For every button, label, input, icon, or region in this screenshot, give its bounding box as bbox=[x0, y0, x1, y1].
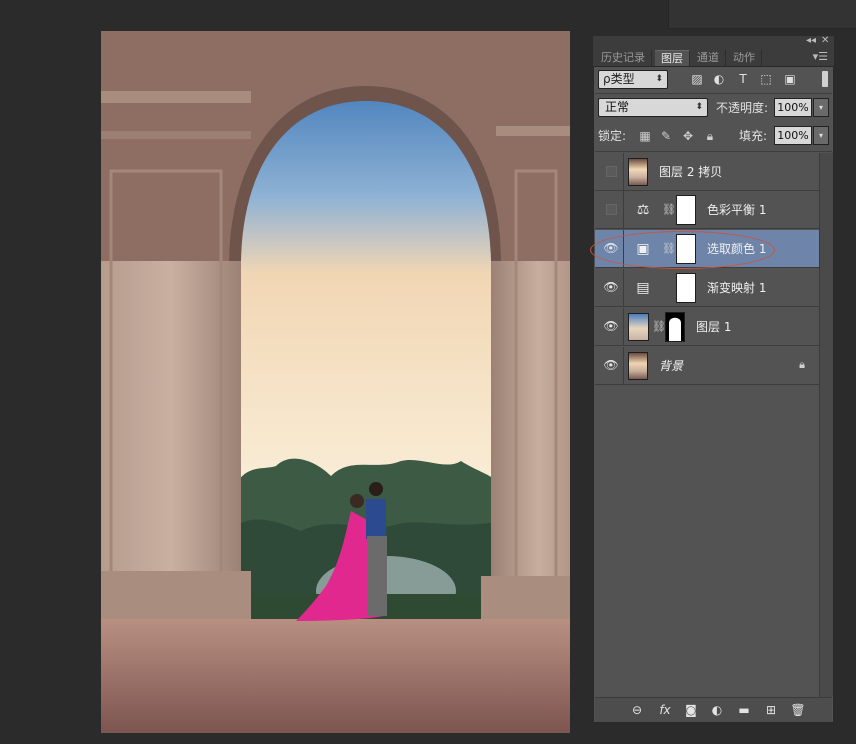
wedding-photo bbox=[101, 31, 570, 733]
layer-mask-thumbnail[interactable] bbox=[676, 195, 696, 225]
image-filter-icon[interactable]: ▨ bbox=[690, 72, 704, 86]
opacity-input[interactable]: 100% bbox=[774, 98, 812, 117]
filter-toggle-switch[interactable] bbox=[822, 71, 828, 87]
layer-name[interactable]: 渐变映射 1 bbox=[707, 279, 766, 297]
tab-channels[interactable]: 通道 bbox=[691, 50, 726, 66]
opacity-label: 不透明度: bbox=[716, 101, 769, 115]
panel-tabs: 历史记录 图层 通道 动作 ▾☰ bbox=[593, 48, 834, 67]
layer-name[interactable]: 图层 2 拷贝 bbox=[659, 163, 722, 181]
layer-row[interactable]: 👁︎ 背景 🔒︎ bbox=[595, 347, 819, 385]
close-panel-button[interactable]: ✕ bbox=[821, 35, 829, 46]
panel-header: ◂◂ ✕ bbox=[593, 35, 834, 48]
visibility-toggle[interactable] bbox=[603, 201, 619, 217]
tab-history[interactable]: 历史记录 bbox=[595, 50, 652, 66]
fill-dropdown-button[interactable]: ▾ bbox=[813, 126, 829, 145]
eye-icon[interactable]: 👁︎ bbox=[603, 240, 619, 256]
fill-input[interactable]: 100% bbox=[774, 126, 812, 145]
layer-thumbnail bbox=[628, 313, 649, 341]
chain-link-icon[interactable]: ⛓ bbox=[662, 241, 676, 257]
layer-row-selected[interactable]: 👁︎ ▣ ⛓ 选取颜色 1 bbox=[595, 230, 819, 268]
new-layer-icon[interactable]: ⊞ bbox=[763, 702, 779, 718]
layers-scrollbar[interactable] bbox=[819, 153, 833, 697]
shape-filter-icon[interactable]: ⬚ bbox=[759, 72, 773, 86]
type-filter-icon[interactable]: T bbox=[736, 72, 750, 86]
layer-row[interactable]: 👁︎ ▤ ⛓ 渐变映射 1 bbox=[595, 269, 819, 307]
layer-name[interactable]: 背景 bbox=[659, 357, 683, 375]
chevron-updown-icon: ⬍ bbox=[695, 102, 703, 112]
lock-move-icon[interactable]: ✥ bbox=[681, 129, 695, 143]
new-adjustment-icon[interactable]: ◐ bbox=[709, 702, 725, 718]
adjustment-filter-icon[interactable]: ◐ bbox=[712, 72, 726, 86]
layer-name[interactable]: 色彩平衡 1 bbox=[707, 201, 766, 219]
layer-thumbnail bbox=[628, 158, 648, 186]
lock-icon: 🔒︎ bbox=[799, 358, 805, 371]
divider bbox=[595, 151, 832, 152]
layer-row[interactable]: 👁︎ ⛓ 图层 1 bbox=[595, 308, 819, 346]
tab-layers[interactable]: 图层 bbox=[655, 50, 690, 66]
layer-mask-thumbnail[interactable] bbox=[665, 312, 685, 342]
color-balance-icon: ⚖ bbox=[636, 202, 650, 218]
panel-menu-icon[interactable]: ▾☰ bbox=[813, 50, 828, 63]
chain-link-icon: ⛓ bbox=[662, 280, 672, 296]
layer-row[interactable]: ⚖ ⛓ 色彩平衡 1 bbox=[595, 191, 819, 229]
opacity-dropdown-button[interactable]: ▾ bbox=[813, 98, 829, 117]
layer-thumbnail bbox=[628, 352, 648, 380]
eye-icon[interactable]: 👁︎ bbox=[603, 279, 619, 295]
divider bbox=[595, 93, 832, 94]
blend-row: 正常 ⬍ 不透明度: 100% ▾ bbox=[598, 98, 830, 118]
layer-filter-select[interactable]: ρ类型 ⬍ bbox=[598, 70, 668, 89]
layer-mask-thumbnail[interactable] bbox=[676, 273, 696, 303]
fx-icon[interactable]: fx bbox=[657, 702, 673, 718]
lock-paint-icon[interactable]: ✎ bbox=[659, 129, 673, 143]
mask-shape bbox=[669, 317, 681, 341]
document-canvas[interactable] bbox=[101, 31, 570, 733]
blend-mode-select[interactable]: 正常 ⬍ bbox=[598, 98, 708, 117]
fill-label: 填充: bbox=[739, 129, 768, 143]
top-strip bbox=[668, 0, 856, 29]
tab-actions[interactable]: 动作 bbox=[727, 50, 762, 66]
chain-link-icon[interactable]: ⛓ bbox=[662, 202, 676, 218]
link-layers-icon[interactable]: ⊖ bbox=[629, 702, 645, 718]
add-mask-icon[interactable]: ◙ bbox=[683, 702, 699, 718]
filter-type-label: ρ类型 bbox=[603, 72, 635, 86]
chevron-updown-icon: ⬍ bbox=[655, 74, 663, 84]
selective-color-icon: ▣ bbox=[636, 241, 650, 257]
new-group-icon[interactable]: ▬ bbox=[736, 702, 752, 718]
smart-object-filter-icon[interactable]: ▣ bbox=[783, 72, 797, 86]
eye-icon[interactable]: 👁︎ bbox=[603, 357, 619, 373]
lock-label: 锁定: bbox=[598, 129, 627, 143]
layer-filter-row: ρ类型 ⬍ ▨ ◐ T ⬚ ▣ bbox=[598, 70, 830, 90]
blend-mode-value: 正常 bbox=[605, 100, 630, 114]
layer-row[interactable]: 图层 2 拷贝 bbox=[595, 153, 819, 191]
layer-name[interactable]: 图层 1 bbox=[696, 318, 731, 336]
delete-layer-icon[interactable]: 🗑 bbox=[790, 702, 806, 718]
lock-transparent-icon[interactable]: ▦ bbox=[638, 129, 652, 143]
eye-icon[interactable]: 👁︎ bbox=[603, 318, 619, 334]
lock-all-icon[interactable]: 🔒︎ bbox=[703, 129, 717, 143]
layer-name[interactable]: 选取颜色 1 bbox=[707, 240, 766, 258]
collapse-panel-button[interactable]: ◂◂ bbox=[806, 35, 816, 46]
gradient-map-icon: ▤ bbox=[636, 280, 650, 296]
visibility-toggle[interactable] bbox=[603, 163, 619, 179]
layer-mask-thumbnail[interactable] bbox=[676, 234, 696, 264]
layers-bottom-bar: ⊖ fx ◙ ◐ ▬ ⊞ 🗑 bbox=[595, 697, 832, 722]
chain-link-icon[interactable]: ⛓ bbox=[652, 319, 666, 335]
lock-row: 锁定: ▦ ✎ ✥ 🔒︎ 填充: 100% ▾ bbox=[598, 126, 830, 146]
